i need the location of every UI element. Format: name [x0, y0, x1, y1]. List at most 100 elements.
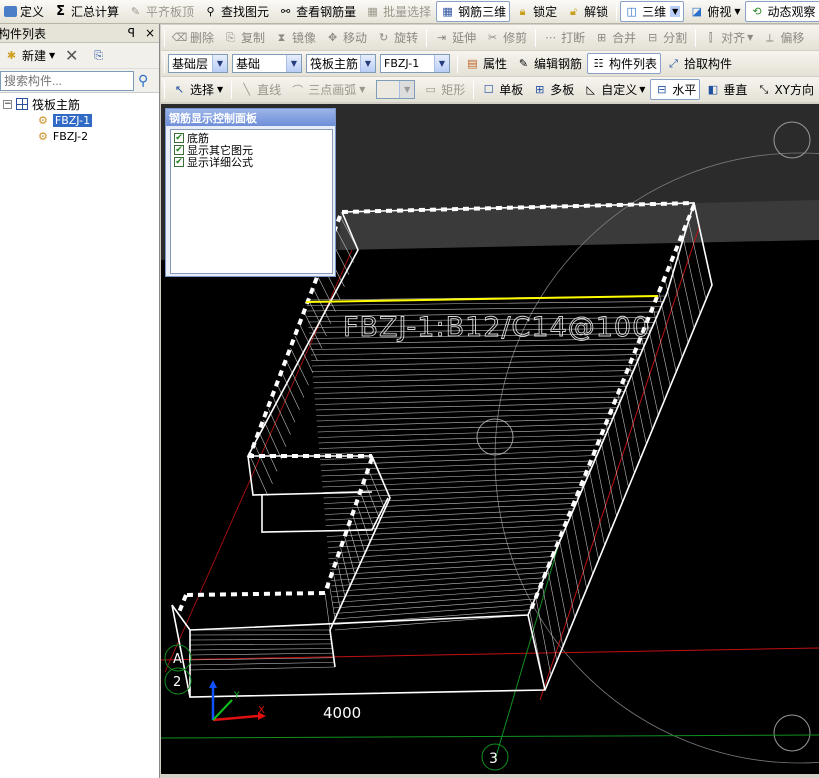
trim-button[interactable]: ✂ 修剪	[481, 27, 531, 48]
status-strip	[161, 774, 819, 778]
find-element-button[interactable]: ⚲ 查找图元	[199, 1, 273, 22]
search-icon[interactable]: ⚲	[138, 73, 148, 89]
rebar-line	[599, 437, 617, 517]
rebar-line	[321, 465, 593, 477]
custom-dropdown[interactable]: ◺ 自定义 ▼	[579, 79, 649, 100]
view-mode-dropdown[interactable]: ◫ 三维 ▼	[620, 1, 685, 22]
delete-button[interactable]: ⌫ 删除	[168, 27, 218, 48]
coordinate-gizmo-icon: X Y	[209, 680, 266, 722]
dimension-label: 4000	[323, 704, 361, 722]
pin-icon[interactable]: ꟼ	[128, 26, 135, 40]
view-direction-dropdown[interactable]: ◪ 俯视 ▼	[685, 1, 744, 22]
pick-element-button[interactable]: ⤢ 拾取构件	[662, 53, 736, 74]
rebar-line	[318, 428, 610, 438]
align-dropdown[interactable]: ⫿ 对齐 ▼	[699, 27, 757, 48]
rebar-line	[558, 539, 576, 618]
level-top-button[interactable]: ✎ 平齐板顶	[124, 1, 198, 22]
copy-element-button[interactable]: ⎘	[87, 45, 113, 66]
define-button[interactable]: 定义	[0, 1, 48, 22]
checkbox-checked-icon[interactable]: ✔	[174, 133, 184, 143]
separator	[616, 2, 618, 21]
rebar-display-control-panel[interactable]: 钢筋显示控制面板 ✔ 底筋 ✔ 显示其它图元 ✔ 显示详细公式	[165, 108, 336, 277]
control-panel-title[interactable]: 钢筋显示控制面板	[166, 109, 335, 126]
rebar-line	[312, 364, 637, 372]
category-select[interactable]: 基础 ▼	[232, 54, 302, 73]
properties-button[interactable]: ▤ 属性	[461, 53, 511, 74]
arc-dropdown[interactable]: ⌒ 三点画弧 ▼	[286, 79, 369, 100]
xy-direction-button[interactable]: ⤡ XY方向	[752, 79, 818, 100]
unlock-button[interactable]: 🔓︎ 解锁	[562, 1, 612, 22]
main-toolbar: 定义 Σ 汇总计算 ✎ 平齐板顶 ⚲ 查找图元 ⚯ 查看钢筋量 ▦ 批量选择 ▦ 钢筋三维 …	[0, 0, 819, 24]
break-button[interactable]: ⋯ 打断	[539, 27, 589, 48]
batch-select-button[interactable]: ▦ 批量选择	[361, 1, 435, 22]
rebar-line	[310, 348, 644, 356]
summary-calc-button[interactable]: Σ 汇总计算	[49, 1, 123, 22]
rebar-line	[258, 431, 278, 472]
line-button[interactable]: ╲ 直线	[235, 79, 285, 100]
merge-button[interactable]: ⊞ 合并	[590, 27, 640, 48]
selected-rebar-line	[305, 295, 659, 303]
split-button[interactable]: ⊟ 分割	[641, 27, 691, 48]
lock-icon: 🔒︎	[519, 4, 526, 18]
rebar-line	[189, 643, 332, 646]
element-list-button[interactable]: ☷ 构件列表	[587, 53, 662, 74]
delete-icon: ⌫	[171, 31, 188, 44]
rebar-3d-button[interactable]: ▦ 钢筋三维	[436, 1, 511, 22]
view-rebar-button[interactable]: ⚯ 查看钢筋量	[274, 1, 360, 22]
rect-icon: ▭	[425, 83, 436, 96]
rebar-line	[623, 379, 641, 459]
top-view-icon: ◪	[691, 5, 703, 18]
extend-icon: ⇥	[436, 31, 447, 44]
copy-button[interactable]: ⎘ 复制	[219, 27, 269, 48]
tree-item-fbzj-2[interactable]: ⚙ FBZJ-2	[38, 128, 88, 144]
element-select[interactable]: FBZJ-1 ▼	[380, 54, 450, 73]
delete-element-button[interactable]: ✕	[60, 45, 86, 66]
multi-slab-button[interactable]: ⊞ 多板	[528, 79, 578, 100]
mirror-button[interactable]: ⧗ 镜像	[270, 27, 320, 48]
option-show-formula[interactable]: ✔ 显示详细公式	[174, 156, 332, 169]
rebar-line	[576, 495, 594, 575]
split-icon: ⊟	[648, 31, 658, 44]
tree-root[interactable]: − 筏板主筋	[3, 96, 80, 112]
rebar-line	[189, 638, 332, 641]
rebar-line	[681, 234, 701, 314]
floor-select[interactable]: 基础层 ▼	[168, 54, 228, 73]
type-select[interactable]: 筏板主筋 ▼	[306, 54, 376, 73]
single-slab-button[interactable]: ☐ 单板	[477, 79, 527, 100]
collapse-icon[interactable]: −	[3, 99, 12, 109]
lock-button[interactable]: 🔒︎ 锁定	[511, 1, 561, 22]
vertical-button[interactable]: ◧ 垂直	[701, 79, 751, 100]
pick-icon: ⤢	[669, 56, 678, 70]
new-element-dropdown[interactable]: ✱ 新建 ▼	[0, 45, 59, 66]
rebar-line	[325, 508, 575, 521]
offset-button[interactable]: ⟂ 偏移	[758, 27, 808, 48]
rebar-line	[363, 480, 381, 521]
rebar-line	[314, 386, 628, 394]
arc-option-select[interactable]: ▼	[376, 80, 416, 99]
rotate-button[interactable]: ↻ 旋转	[372, 27, 422, 48]
dynamic-orbit-button[interactable]: ⟲ 动态观察	[745, 1, 819, 22]
horizontal-button[interactable]: ⊟ 水平	[650, 79, 701, 100]
rebar-line	[359, 491, 376, 532]
checkbox-checked-icon[interactable]: ✔	[174, 145, 184, 155]
chevron-down-icon: ▼	[747, 33, 754, 42]
search-input[interactable]	[0, 70, 134, 91]
rebar-line	[547, 568, 564, 647]
chevron-down-icon: ▼	[359, 85, 366, 94]
separator	[457, 54, 458, 73]
close-icon[interactable]: ×	[145, 26, 155, 40]
checkbox-checked-icon[interactable]: ✔	[174, 157, 184, 167]
rect-button[interactable]: ▭ 矩形	[419, 79, 469, 100]
rebar-line	[324, 503, 577, 515]
copy-icon: ⎘	[226, 30, 235, 44]
select-dropdown[interactable]: ↖ 选择 ▼	[168, 79, 227, 100]
axis-label-3: 3	[489, 751, 498, 767]
cube-icon: ◫	[626, 5, 637, 18]
edit-rebar-button[interactable]: ✎ 编辑钢筋	[512, 53, 586, 74]
tree-item-fbzj-1[interactable]: ⚙ FBZJ-1	[38, 112, 93, 128]
extend-button[interactable]: ⇥ 延伸	[430, 27, 480, 48]
move-button[interactable]: ✥ 移动	[321, 27, 371, 48]
line-icon: ╲	[243, 83, 250, 96]
tree-item-label: FBZJ-1	[52, 113, 93, 127]
rebar-line	[311, 354, 642, 361]
